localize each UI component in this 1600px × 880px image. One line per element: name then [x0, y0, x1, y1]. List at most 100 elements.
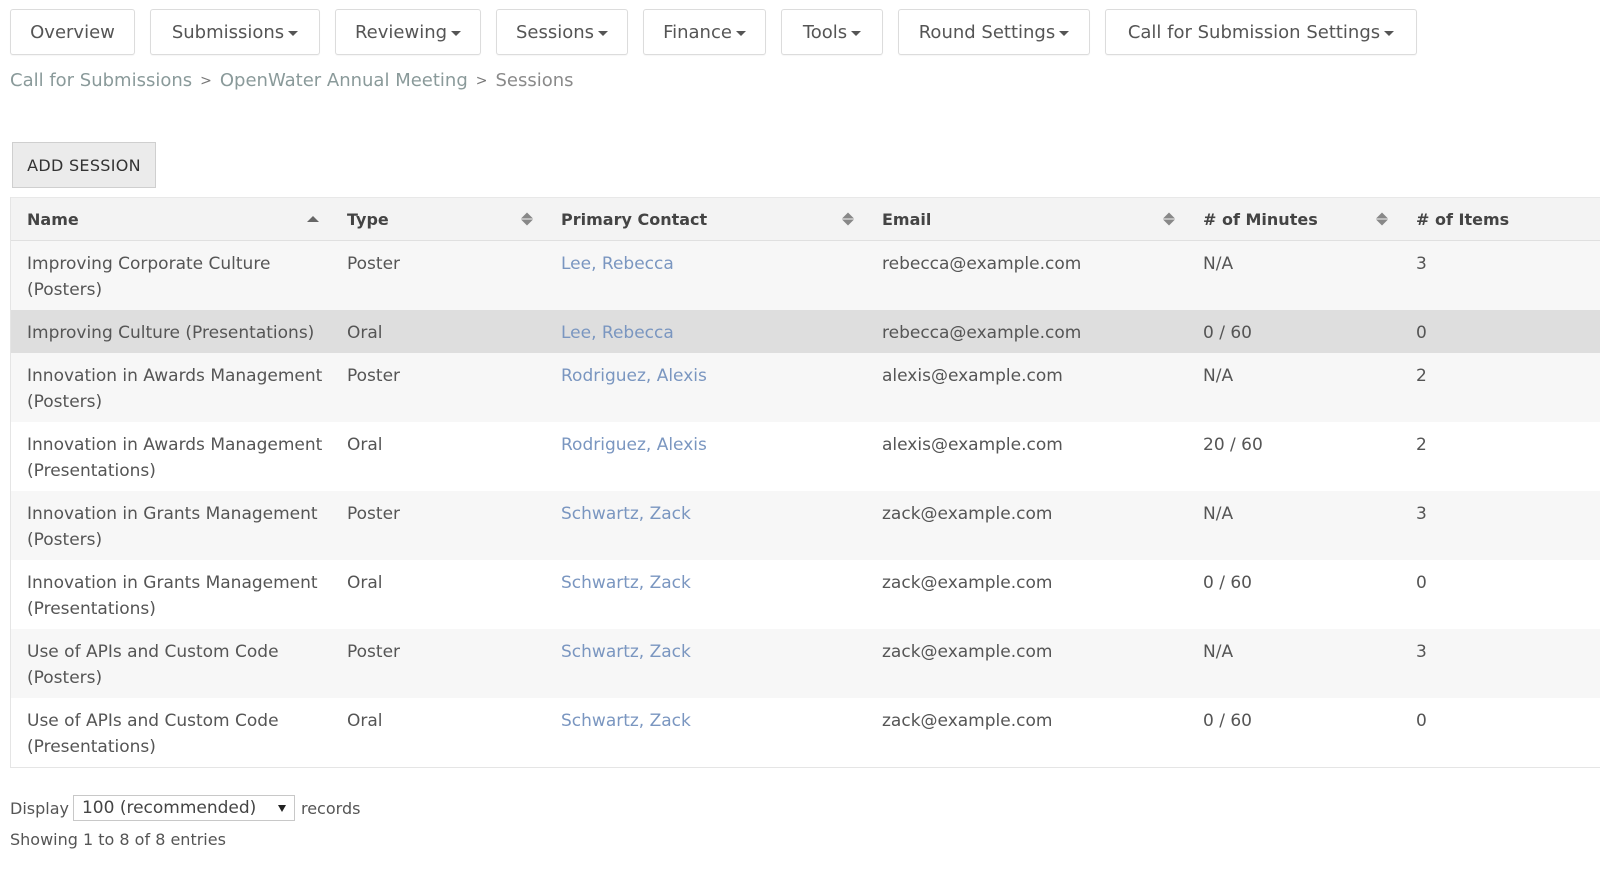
session-minutes: N/A	[1203, 641, 1234, 662]
column-header-type[interactable]: Type	[331, 198, 545, 241]
session-type: Poster	[347, 365, 401, 386]
breadcrumb-separator: >	[475, 72, 488, 89]
primary-contact-cell: Schwartz, Zack	[545, 560, 866, 629]
sort-both-icon	[1376, 212, 1388, 226]
column-header-minutes[interactable]: # of Minutes	[1187, 198, 1400, 241]
session-type: Oral	[347, 322, 383, 343]
table-row[interactable]: Innovation in Awards Management (Present…	[11, 421, 1600, 491]
session-type: Oral	[347, 710, 383, 731]
session-type: Poster	[347, 641, 401, 662]
sort-ascending-icon	[307, 216, 319, 222]
primary-contact-link[interactable]: Lee, Rebecca	[561, 323, 674, 343]
session-items: 3	[1416, 254, 1427, 274]
nav-submissions-button[interactable]: Submissions	[150, 9, 320, 55]
session-minutes: N/A	[1203, 365, 1234, 386]
nav-reviewing-button[interactable]: Reviewing	[335, 9, 481, 55]
table-row[interactable]: Improving Corporate Culture (Posters) Po…	[11, 240, 1600, 310]
nav-label: Finance	[663, 21, 732, 43]
table-row[interactable]: Innovation in Grants Management (Present…	[11, 559, 1600, 629]
sort-both-icon	[842, 212, 854, 226]
caret-down-icon	[451, 30, 462, 36]
nav-call-for-submission-settings-button[interactable]: Call for Submission Settings	[1105, 9, 1417, 55]
nav-label: Sessions	[515, 21, 595, 43]
session-name: Use of APIs and Custom Code (Posters)	[27, 641, 279, 688]
caret-down-icon	[851, 30, 862, 36]
records-label: records	[300, 798, 361, 818]
session-email: alexis@example.com	[882, 365, 1063, 386]
page-size-select[interactable]: 100 (recommended)	[72, 795, 295, 821]
nav-round-settings-button[interactable]: Round Settings	[898, 9, 1090, 55]
session-items: 0	[1416, 322, 1427, 343]
caret-down-icon	[598, 30, 609, 36]
session-minutes: 0 / 60	[1203, 572, 1252, 593]
display-label: Display	[10, 798, 69, 818]
primary-contact-link[interactable]: Schwartz, Zack	[561, 573, 691, 593]
session-minutes: 0 / 60	[1203, 322, 1252, 343]
dropdown-arrow-icon	[277, 804, 286, 812]
sort-both-icon	[1163, 212, 1175, 226]
session-type: Oral	[347, 572, 383, 593]
sort-both-icon	[521, 212, 533, 226]
breadcrumb-separator: >	[200, 72, 212, 89]
nav-label: Overview	[30, 21, 115, 43]
primary-contact-link[interactable]: Rodriguez, Alexis	[561, 435, 707, 455]
sessions-table: Name Type Primary Contact Email # of Min…	[10, 197, 1600, 768]
primary-contact-cell: Rodriguez, Alexis	[545, 422, 866, 491]
session-name: Innovation in Grants Management (Posters…	[27, 503, 318, 550]
primary-contact-cell: Schwartz, Zack	[545, 629, 866, 698]
session-items: 3	[1416, 641, 1427, 662]
session-items: 0	[1416, 572, 1427, 593]
page-size-value: 100 (recommended)	[81, 798, 257, 818]
primary-contact-cell: Schwartz, Zack	[545, 491, 866, 560]
nav-label: Reviewing	[354, 21, 448, 43]
primary-contact-link[interactable]: Schwartz, Zack	[561, 711, 691, 731]
breadcrumb-call-for-submissions[interactable]: Call for Submissions	[10, 70, 192, 91]
table-row[interactable]: Use of APIs and Custom Code (Posters) Po…	[11, 628, 1600, 698]
nav-label: Call for Submission Settings	[1127, 21, 1381, 43]
session-minutes: N/A	[1203, 503, 1234, 524]
primary-contact-link[interactable]: Lee, Rebecca	[561, 254, 674, 274]
primary-contact-link[interactable]: Schwartz, Zack	[561, 504, 691, 524]
table-row[interactable]: Innovation in Awards Management (Posters…	[11, 352, 1600, 422]
session-email: zack@example.com	[882, 641, 1053, 662]
table-row[interactable]: Innovation in Grants Management (Posters…	[11, 490, 1600, 560]
nav-tools-button[interactable]: Tools	[781, 9, 883, 55]
caret-down-icon	[735, 30, 746, 36]
session-name: Innovation in Awards Management (Posters…	[27, 365, 323, 412]
column-header-items[interactable]: # of Items	[1400, 198, 1600, 241]
breadcrumb: Call for Submissions > OpenWater Annual …	[10, 70, 574, 91]
nav-finance-button[interactable]: Finance	[643, 9, 766, 55]
session-name: Innovation in Awards Management (Present…	[27, 434, 323, 481]
session-name: Improving Culture (Presentations)	[27, 322, 315, 343]
session-name: Improving Corporate Culture (Posters)	[27, 254, 271, 300]
session-type: Oral	[347, 434, 383, 455]
session-email: rebecca@example.com	[882, 254, 1082, 274]
session-items: 2	[1416, 365, 1427, 386]
nav-sessions-button[interactable]: Sessions	[496, 9, 628, 55]
session-email: zack@example.com	[882, 710, 1053, 731]
primary-contact-link[interactable]: Rodriguez, Alexis	[561, 366, 707, 386]
primary-contact-cell: Lee, Rebecca	[545, 241, 866, 310]
session-name: Innovation in Grants Management (Present…	[27, 572, 318, 619]
column-header-name[interactable]: Name	[11, 198, 331, 241]
column-header-email[interactable]: Email	[866, 198, 1187, 241]
add-session-button[interactable]: ADD SESSION	[12, 142, 156, 188]
table-row[interactable]: Improving Culture (Presentations) Oral L…	[11, 309, 1600, 353]
caret-down-icon	[1384, 30, 1395, 36]
nav-overview-button[interactable]: Overview	[10, 9, 135, 55]
caret-down-icon	[1059, 30, 1070, 36]
session-type: Poster	[347, 503, 401, 524]
nav-label: Tools	[802, 21, 848, 43]
table-row[interactable]: Use of APIs and Custom Code (Presentatio…	[11, 697, 1600, 767]
table-header-row: Name Type Primary Contact Email # of Min…	[11, 197, 1600, 241]
primary-contact-link[interactable]: Schwartz, Zack	[561, 642, 691, 662]
table-info: Showing 1 to 8 of 8 entries	[10, 830, 226, 849]
column-header-primary-contact[interactable]: Primary Contact	[545, 198, 866, 241]
breadcrumb-openwater-annual-meeting[interactable]: OpenWater Annual Meeting	[220, 70, 468, 91]
breadcrumb-current: Sessions	[495, 70, 574, 91]
caret-down-icon	[288, 30, 299, 36]
session-items: 2	[1416, 434, 1427, 455]
nav-label: Submissions	[171, 21, 285, 43]
session-minutes: 0 / 60	[1203, 710, 1252, 731]
session-minutes: 20 / 60	[1203, 434, 1263, 455]
